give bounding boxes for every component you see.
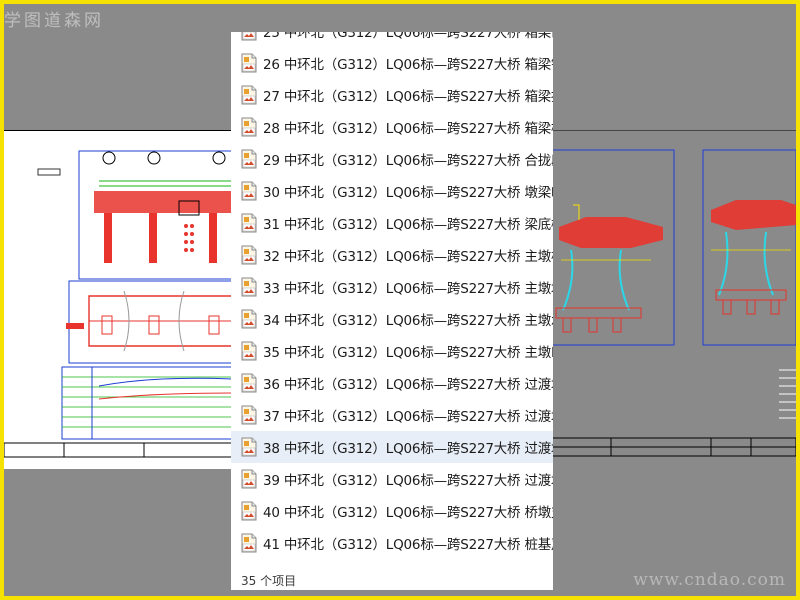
dwg-file-icon [241,341,257,361]
dwg-file-icon [241,53,257,73]
file-name: 25 中环北（G312）LQ06标—跨S227大桥 箱梁齿块钢筋构 [263,32,553,41]
file-item[interactable]: 26 中环北（G312）LQ06标—跨S227大桥 箱梁锚下钢筋构 [231,47,553,79]
file-item[interactable]: 29 中环北（G312）LQ06标—跨S227大桥 合拢段外刚性支 [231,143,553,175]
file-name: 34 中环北（G312）LQ06标—跨S227大桥 主墩承台7.6-16 [263,313,553,329]
file-item[interactable]: 30 中环北（G312）LQ06标—跨S227大桥 墩梁临时固结构 [231,175,553,207]
file-name: 30 中环北（G312）LQ06标—跨S227大桥 墩梁临时固结构 [263,185,553,201]
file-name: 26 中环北（G312）LQ06标—跨S227大桥 箱梁锚下钢筋构 [263,57,553,73]
watermark-top: 学图道森网 [4,11,104,31]
file-item[interactable]: 35 中环北（G312）LQ06标—跨S227大桥 主墩D1.8mL88 [231,335,553,367]
file-name: 27 中环北（G312）LQ06标—跨S227大桥 箱梁挡块钢筋构 [263,89,553,105]
file-name: 40 中环北（G312）LQ06标—跨S227大桥 桥墩支座垫石钢 [263,505,553,521]
dwg-file-icon [241,405,257,425]
file-item[interactable]: 37 中环北（G312）LQ06标—跨S227大桥 过渡墩墩身配筋 [231,399,553,431]
dwg-file-icon [241,117,257,137]
watermark-bottom: www.cndao.com [633,570,786,590]
dwg-file-icon [241,501,257,521]
dwg-file-icon [241,245,257,265]
file-item[interactable]: 41 中环北（G312）LQ06标—跨S227大桥 桩基声测管钢筋 [231,527,553,559]
file-item[interactable]: 28 中环北（G312）LQ06标—跨S227大桥 箱梁检修孔加强 [231,111,553,143]
dwg-file-icon [241,309,257,329]
file-item[interactable]: 40 中环北（G312）LQ06标—跨S227大桥 桥墩支座垫石钢 [231,495,553,527]
file-name: 36 中环北（G312）LQ06标—跨S227大桥 过渡墩构造图.dw [263,377,553,393]
file-item[interactable]: 33 中环北（G312）LQ06标—跨S227大桥 主墩墩身配筋.dw [231,271,553,303]
file-name: 31 中环北（G312）LQ06标—跨S227大桥 梁底楔体构造图 [263,217,553,233]
dwg-file-icon [241,533,257,553]
file-name: 32 中环北（G312）LQ06标—跨S227大桥 主墩构造图.dwg [263,249,553,265]
dwg-file-icon [241,85,257,105]
file-item[interactable]: 27 中环北（G312）LQ06标—跨S227大桥 箱梁挡块钢筋构 [231,79,553,111]
dwg-file-icon [241,32,257,41]
dwg-file-icon [241,181,257,201]
dwg-file-icon [241,437,257,457]
dwg-file-icon [241,149,257,169]
file-item[interactable]: 39 中环北（G312）LQ06标—跨S227大桥 过渡墩D1.5mL6 [231,463,553,495]
file-name: 41 中环北（G312）LQ06标—跨S227大桥 桩基声测管钢筋 [263,537,553,553]
file-list: 25 中环北（G312）LQ06标—跨S227大桥 箱梁齿块钢筋构 26 中环北（… [231,32,553,559]
file-item[interactable]: 25 中环北（G312）LQ06标—跨S227大桥 箱梁齿块钢筋构 [231,32,553,47]
cad-drawing-left [4,130,232,469]
cad-screen: 学图道森网 www.cndao.com 25 中环北（G312）LQ06标—跨S… [4,4,796,596]
dwg-file-icon [241,469,257,489]
file-item[interactable]: 34 中环北（G312）LQ06标—跨S227大桥 主墩承台7.6-16 [231,303,553,335]
file-item[interactable]: 38 中环北（G312）LQ06标—跨S227大桥 过渡墩承台6.4- [231,431,553,463]
file-name: 39 中环北（G312）LQ06标—跨S227大桥 过渡墩D1.5mL6 [263,473,553,489]
item-count-status: 35 个项目 [241,574,297,588]
file-name: 28 中环北（G312）LQ06标—跨S227大桥 箱梁检修孔加强 [263,121,553,137]
file-item[interactable]: 31 中环北（G312）LQ06标—跨S227大桥 梁底楔体构造图 [231,207,553,239]
file-item[interactable]: 36 中环北（G312）LQ06标—跨S227大桥 过渡墩构造图.dw [231,367,553,399]
file-name: 37 中环北（G312）LQ06标—跨S227大桥 过渡墩墩身配筋 [263,409,553,425]
file-list-panel[interactable]: 25 中环北（G312）LQ06标—跨S227大桥 箱梁齿块钢筋构 26 中环北（… [231,32,553,590]
file-name: 29 中环北（G312）LQ06标—跨S227大桥 合拢段外刚性支 [263,153,553,169]
dwg-file-icon [241,373,257,393]
file-item[interactable]: 32 中环北（G312）LQ06标—跨S227大桥 主墩构造图.dwg [231,239,553,271]
dwg-file-icon [241,213,257,233]
file-name: 35 中环北（G312）LQ06标—跨S227大桥 主墩D1.8mL88 [263,345,553,361]
cad-drawing-right [551,130,796,457]
file-name: 38 中环北（G312）LQ06标—跨S227大桥 过渡墩承台6.4- [263,441,553,457]
file-name: 33 中环北（G312）LQ06标—跨S227大桥 主墩墩身配筋.dw [263,281,553,297]
dwg-file-icon [241,277,257,297]
